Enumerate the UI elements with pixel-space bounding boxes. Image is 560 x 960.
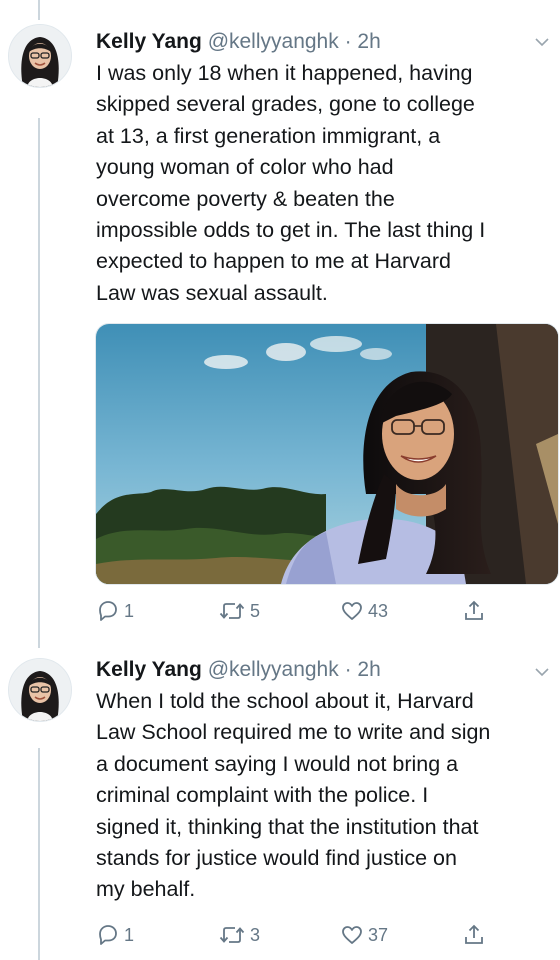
user-handle[interactable]: @kellyyanghk bbox=[208, 30, 339, 53]
tweet-text-line: Law School required me to write and sign bbox=[96, 720, 491, 745]
reply-icon bbox=[96, 599, 120, 623]
tweet-header: Kelly Yang @kellyyanghk · 2h bbox=[96, 656, 381, 684]
tweet-text: I was only 18 when it happened, having s… bbox=[96, 58, 556, 309]
separator-dot: · bbox=[344, 30, 352, 53]
user-handle[interactable]: @kellyyanghk bbox=[208, 658, 339, 681]
retweet-button[interactable]: 3 bbox=[218, 920, 260, 950]
like-icon bbox=[340, 599, 364, 623]
tweet-text-line: criminal complaint with the police. I bbox=[96, 783, 429, 808]
reply-count: 1 bbox=[124, 924, 135, 945]
tweet-photo[interactable] bbox=[95, 323, 559, 585]
avatar[interactable] bbox=[8, 24, 72, 88]
like-button[interactable]: 37 bbox=[340, 920, 388, 950]
reply-count: 1 bbox=[124, 600, 135, 621]
separator-dot: · bbox=[344, 658, 352, 681]
retweet-button[interactable]: 5 bbox=[218, 596, 260, 626]
retweet-count: 3 bbox=[250, 924, 261, 945]
like-button[interactable]: 43 bbox=[340, 596, 388, 626]
timestamp[interactable]: 2h bbox=[357, 30, 380, 53]
like-count: 37 bbox=[368, 924, 389, 945]
retweet-icon bbox=[218, 599, 246, 623]
display-name[interactable]: Kelly Yang bbox=[96, 30, 202, 53]
chevron-down-icon[interactable] bbox=[534, 34, 550, 50]
like-icon bbox=[340, 923, 364, 947]
tweet-header: Kelly Yang @kellyyanghk · 2h bbox=[96, 28, 381, 56]
tweet-text-line: a document saying I would not bring a bbox=[96, 751, 459, 776]
tweet-text-line: my behalf. bbox=[96, 877, 196, 902]
share-icon bbox=[462, 923, 486, 947]
avatar[interactable] bbox=[8, 658, 72, 722]
tweet-text: When I told the school about it, Harvard… bbox=[96, 686, 556, 906]
tweet-actions: 1 5 43 bbox=[96, 596, 556, 626]
retweet-icon bbox=[218, 923, 246, 947]
share-button[interactable] bbox=[462, 596, 486, 626]
tweet-text-line: Law was sexual assault. bbox=[96, 280, 328, 305]
reply-icon bbox=[96, 923, 120, 947]
timestamp[interactable]: 2h bbox=[357, 658, 380, 681]
reply-button[interactable]: 1 bbox=[96, 920, 134, 950]
tweet-text-line: expected to happen to me at Harvard bbox=[96, 249, 451, 274]
tweet-text-line: skipped several grades, gone to college bbox=[96, 92, 475, 117]
tweet-text-line: signed it, thinking that the institution… bbox=[96, 814, 479, 839]
tweet[interactable]: Kelly Yang @kellyyanghk · 2h I was only … bbox=[0, 0, 560, 650]
reply-button[interactable]: 1 bbox=[96, 596, 134, 626]
share-button[interactable] bbox=[462, 920, 486, 950]
tweet-text-line: When I told the school about it, Harvard bbox=[96, 689, 474, 713]
tweet-text-line: impossible odds to get in. The last thin… bbox=[96, 218, 486, 243]
display-name[interactable]: Kelly Yang bbox=[96, 658, 202, 681]
tweet-text-line: at 13, a first generation immigrant, a bbox=[96, 123, 441, 148]
tweet-text-line: overcome poverty & beaten the bbox=[96, 186, 395, 211]
chevron-down-icon[interactable] bbox=[534, 664, 550, 680]
tweet-text-line: stands for justice would find justice on bbox=[96, 846, 457, 871]
share-icon bbox=[462, 599, 486, 623]
tweet-actions: 1 3 37 bbox=[96, 920, 556, 950]
tweet[interactable]: Kelly Yang @kellyyanghk · 2h When I told… bbox=[0, 650, 560, 960]
retweet-count: 5 bbox=[250, 600, 261, 621]
tweet-text-line: young woman of color who had bbox=[96, 155, 394, 180]
tweet-text-line: I was only 18 when it happened, having bbox=[96, 61, 473, 85]
like-count: 43 bbox=[368, 600, 389, 621]
